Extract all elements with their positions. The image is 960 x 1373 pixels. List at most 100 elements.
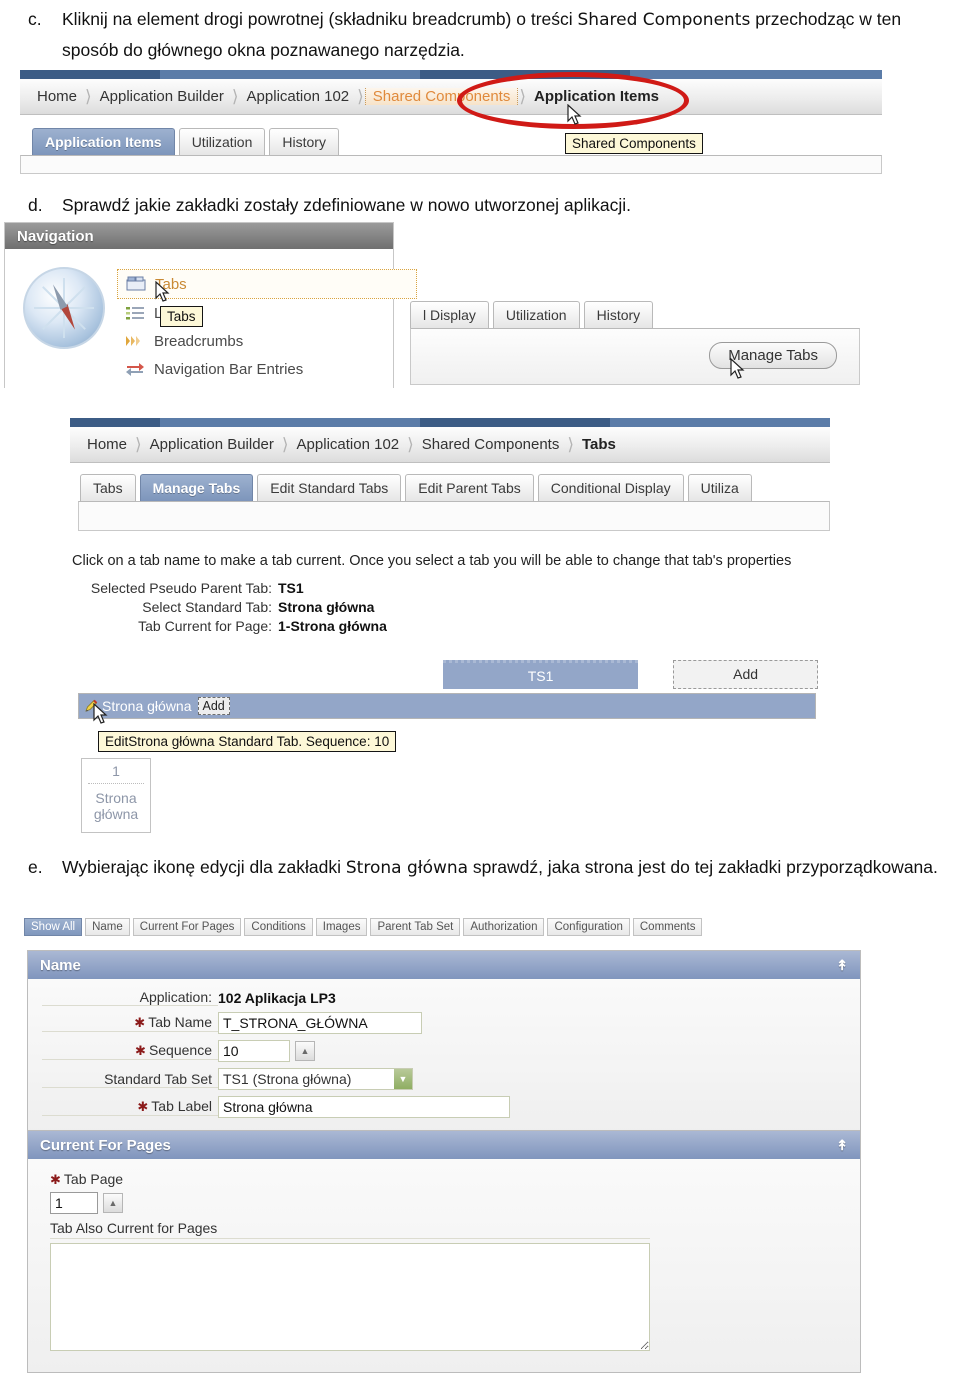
parent-tab-ts1[interactable]: TS1 <box>443 660 639 689</box>
panel-current-for-pages: Current For Pages ↟ ✱Tab Page ▲ Tab Also… <box>27 1130 861 1373</box>
standard-tab-set-select[interactable]: TS1 (Strona główna) ▼ <box>218 1068 413 1090</box>
breadcrumb-item-home[interactable]: Home <box>80 436 134 453</box>
summary-label-current-page: Tab Current for Page: <box>138 618 272 634</box>
document-page: c. Kliknij na element drogi powrotnej (s… <box>0 0 960 1373</box>
panel-name-body: Application: 102 Aplikacja LP3 ✱ Tab Name… <box>28 979 860 1134</box>
tab-conditional-display-partial[interactable]: l Display <box>410 301 489 328</box>
tab-manage-tabs[interactable]: Manage Tabs <box>139 474 254 501</box>
tab-board: TS1 Add Strona główna Add <box>78 660 818 719</box>
required-marker: ✱ <box>50 1172 61 1187</box>
instruction-e: e. Wybierając ikonę edycji dla zakładki … <box>28 852 948 883</box>
tab-strip-application-items: Application Items Utilization History <box>20 125 882 155</box>
tab-tabs[interactable]: Tabs <box>80 474 136 501</box>
section-button-current-for-pages[interactable]: Current For Pages <box>132 918 242 936</box>
tab-conditional-display[interactable]: Conditional Display <box>537 474 684 501</box>
breadcrumb: Home ⟩ Application Builder ⟩ Application… <box>20 79 882 115</box>
summary-row-standard-tab: Select Standard Tab: Strona główna <box>72 599 387 615</box>
summary-row-pseudo-parent: Selected Pseudo Parent Tab: TS1 <box>72 580 387 596</box>
sequence-input[interactable] <box>218 1040 290 1062</box>
manage-tabs-hint: Click on a tab name to make a tab curren… <box>72 553 792 569</box>
field-application-value: 102 Aplikacja LP3 <box>218 989 336 1006</box>
section-button-show-all[interactable]: Show All <box>24 918 83 936</box>
nav-item-navigation-bar-entries[interactable]: Navigation Bar Entries <box>117 355 417 383</box>
collapse-pin-icon[interactable]: ↟ <box>836 1138 848 1152</box>
field-application-label: Application: <box>42 989 218 1006</box>
accent-seg-2 <box>160 418 420 427</box>
summary-value-standard-tab: Strona główna <box>278 599 375 615</box>
section-button-parent-tab-set[interactable]: Parent Tab Set <box>370 918 461 936</box>
section-button-images[interactable]: Images <box>315 918 368 936</box>
breadcrumbs-icon <box>125 333 145 349</box>
content-pane <box>20 155 882 174</box>
field-tab-label-label: Tab Label <box>151 1098 212 1114</box>
tab-edit-parent-tabs[interactable]: Edit Parent Tabs <box>405 474 534 501</box>
tab-utilization-partial[interactable]: Utiliza <box>687 474 752 501</box>
field-tab-name-label: Tab Name <box>148 1014 212 1030</box>
breadcrumb-item-application-builder[interactable]: Application Builder <box>143 436 281 453</box>
standard-tab-row: Strona główna Add <box>78 693 816 719</box>
panel-current-for-pages-header: Current For Pages ↟ <box>28 1131 860 1159</box>
summary-label-pseudo-parent: Selected Pseudo Parent Tab: <box>90 580 272 596</box>
tab-application-items[interactable]: Application Items <box>32 128 175 155</box>
breadcrumb-item-shared-components[interactable]: Shared Components <box>415 436 567 453</box>
instruction-c-emph: Shared Components <box>577 10 751 30</box>
field-standard-tab-set: Standard Tab Set TS1 (Strona główna) ▼ <box>42 1068 846 1090</box>
accent-seg-1 <box>20 70 160 79</box>
instruction-c-text: Kliknij na element drogi powrotnej (skła… <box>62 4 938 65</box>
instruction-d-text: Sprawdź jakie zakładki zostały zdefiniow… <box>62 195 632 215</box>
mouse-cursor-icon <box>93 703 108 724</box>
field-application: Application: 102 Aplikacja LP3 <box>42 989 846 1006</box>
accent-seg-4 <box>610 418 830 427</box>
nav-item-breadcrumbs[interactable]: Breadcrumbs <box>117 327 417 355</box>
breadcrumb-separator: ⟩ <box>407 434 414 454</box>
section-button-authorization[interactable]: Authorization <box>463 918 545 936</box>
breadcrumb-item-application-builder[interactable]: Application Builder <box>93 88 231 105</box>
tab-name-input[interactable] <box>218 1012 422 1034</box>
tab-history[interactable]: History <box>583 301 654 328</box>
window-accent-bar <box>20 70 882 79</box>
screenshot-shared-components: Home ⟩ Application Builder ⟩ Application… <box>20 70 882 185</box>
collapse-pin-icon[interactable]: ↟ <box>836 958 848 972</box>
section-button-configuration[interactable]: Configuration <box>547 918 630 936</box>
page-card-name-line1: Strona <box>95 790 137 806</box>
page-card[interactable]: 1 Strona główna <box>81 758 151 833</box>
breadcrumb-separator: ⟩ <box>85 86 92 106</box>
manage-tabs-button[interactable]: Manage Tabs <box>709 342 837 369</box>
tooltip-shared-components: Shared Components <box>565 133 703 154</box>
tab-utilization[interactable]: Utilization <box>178 128 266 155</box>
tab-also-current-textarea[interactable] <box>50 1243 650 1351</box>
mouse-cursor-icon <box>730 358 745 379</box>
parent-tab-bar: TS1 Add <box>78 660 818 689</box>
required-marker: ✱ <box>135 1043 146 1058</box>
section-button-comments[interactable]: Comments <box>632 918 703 936</box>
breadcrumb-item-application-102[interactable]: Application 102 <box>290 436 407 453</box>
window-accent-bar-2 <box>70 418 830 427</box>
tab-label-input[interactable] <box>218 1096 510 1118</box>
standard-tab-label[interactable]: Strona główna <box>102 698 192 714</box>
section-button-name[interactable]: Name <box>85 918 130 936</box>
instruction-d: d. Sprawdź jakie zakładki zostały zdefin… <box>28 190 938 220</box>
tab-page-stepper-up-icon[interactable]: ▲ <box>103 1193 123 1213</box>
tab-utilization[interactable]: Utilization <box>492 301 580 328</box>
tab-history[interactable]: History <box>269 128 339 155</box>
page-card-name-line2: główna <box>93 806 139 822</box>
tooltip-edit-standard-tab: EditStrona główna Standard Tab. Sequence… <box>98 731 397 752</box>
panel-current-for-pages-body: ✱Tab Page ▲ Tab Also Current for Pages <box>28 1159 860 1372</box>
sequence-stepper-up-icon[interactable]: ▲ <box>295 1041 315 1061</box>
required-marker: ✱ <box>134 1015 146 1030</box>
tab-page-input[interactable] <box>50 1192 98 1214</box>
manage-tabs-summary: Selected Pseudo Parent Tab: TS1 Select S… <box>72 580 387 640</box>
navigation-region: Navigation Tabs Breadcrumbs Navigation B… <box>4 222 417 397</box>
instruction-e-marker: e. <box>28 857 43 877</box>
instruction-c: c. Kliknij na element drogi powrotnej (s… <box>28 4 938 65</box>
breadcrumb-item-home[interactable]: Home <box>30 88 84 105</box>
tab-edit-standard-tabs[interactable]: Edit Standard Tabs <box>257 474 402 501</box>
content-pane-right: Manage Tabs <box>410 328 860 385</box>
add-parent-tab-button[interactable]: Add <box>673 660 818 689</box>
add-standard-tab-button[interactable]: Add <box>197 697 230 715</box>
summary-label-standard-tab: Select Standard Tab: <box>142 599 272 615</box>
breadcrumb-item-application-102[interactable]: Application 102 <box>240 88 357 105</box>
instruction-c-marker: c. <box>28 9 42 29</box>
summary-row-current-page: Tab Current for Page: 1-Strona główna <box>72 618 387 634</box>
section-button-conditions[interactable]: Conditions <box>244 918 313 936</box>
